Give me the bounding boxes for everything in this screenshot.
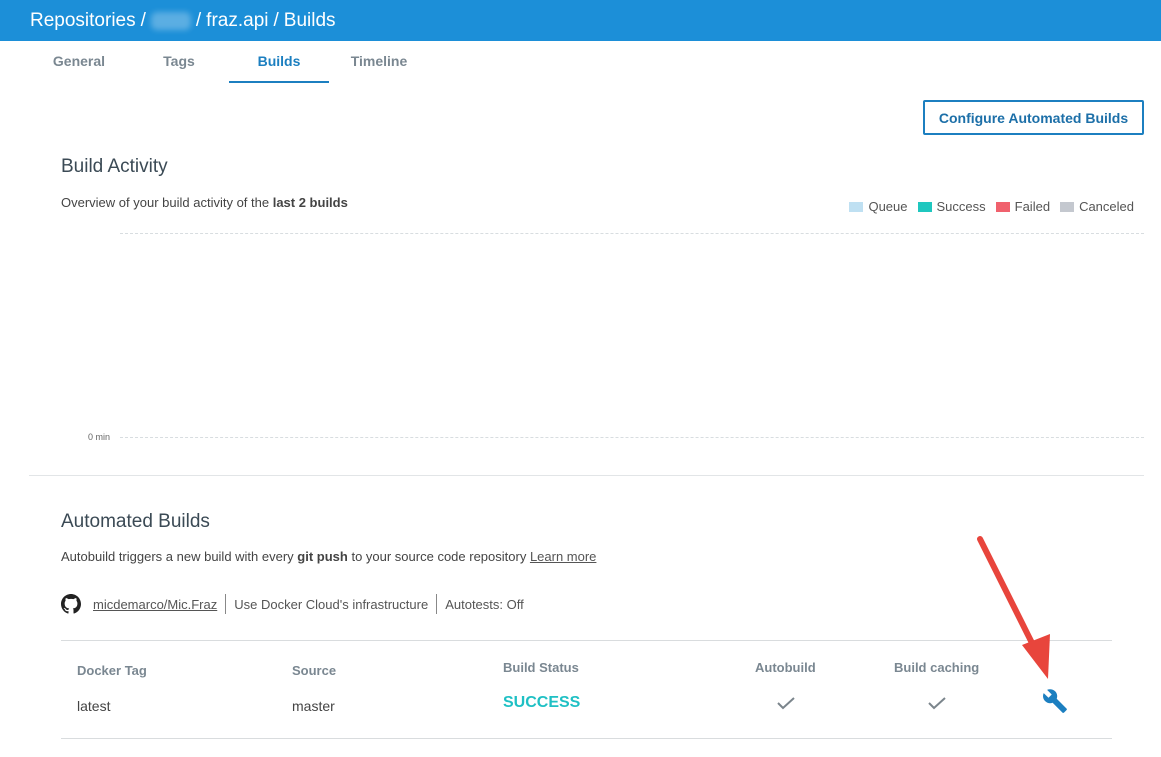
row-docker-tag: latest: [77, 698, 111, 714]
red-arrow-annotation: [977, 536, 1050, 679]
github-icon: [61, 594, 81, 614]
automated-builds-desc-suffix: to your source code repository: [347, 549, 530, 564]
wrench-icon[interactable]: [1042, 688, 1068, 714]
build-activity-desc-bold: last 2 builds: [272, 195, 348, 210]
configure-automated-builds-button[interactable]: Configure Automated Builds: [923, 100, 1144, 135]
legend-item-success: Success: [917, 199, 986, 214]
breadcrumb-separator: /: [140, 9, 146, 31]
tab-general[interactable]: General: [29, 41, 129, 83]
legend-swatch-canceled: [1060, 201, 1075, 212]
section-divider: [29, 475, 1144, 476]
source-repo-link[interactable]: micdemarco/Mic.Fraz: [93, 597, 217, 612]
chart-axis-zero-label: 0 min: [88, 432, 111, 442]
legend-swatch-failed: [995, 201, 1010, 212]
column-header-source: Source: [292, 663, 337, 678]
legend-label-success: Success: [936, 199, 986, 214]
legend-item-failed: Failed: [995, 199, 1051, 214]
breadcrumb-repo[interactable]: fraz.api: [206, 10, 268, 32]
automated-builds-desc-prefix: Autobuild triggers a new build with ever…: [61, 549, 298, 564]
column-header-build-caching: Build caching: [894, 660, 980, 675]
column-header-build-status: Build Status: [503, 660, 579, 675]
table-top-rule: [61, 640, 1112, 641]
build-activity-title: Build Activity: [61, 156, 168, 177]
breadcrumb-page: Builds: [283, 9, 336, 31]
legend-swatch-success: [917, 201, 932, 212]
chart-gridline-top: [120, 233, 1144, 234]
learn-more-link[interactable]: Learn more: [530, 549, 596, 564]
column-header-autobuild: Autobuild: [755, 660, 816, 675]
infrastructure-label: Use Docker Cloud's infrastructure: [234, 596, 429, 612]
table-bottom-rule: [61, 738, 1112, 739]
legend-item-queue: Queue: [849, 199, 908, 214]
breadcrumb-namespace-redacted[interactable]: [150, 11, 191, 30]
legend-label-failed: Failed: [1014, 199, 1051, 214]
breadcrumb-header: Repositories / / fraz.api / Builds: [0, 0, 1161, 41]
chart-gridline-baseline: [120, 437, 1144, 438]
column-header-docker-tag: Docker Tag: [77, 663, 147, 678]
row-source: master: [292, 698, 335, 714]
tab-tags[interactable]: Tags: [129, 41, 229, 83]
build-activity-description: Overview of your build activity of the l…: [61, 195, 348, 210]
tab-timeline[interactable]: Timeline: [329, 41, 429, 83]
autotests-label: Autotests: Off: [445, 596, 524, 612]
breadcrumb-repositories[interactable]: Repositories: [30, 10, 136, 32]
source-repo-line: micdemarco/Mic.Fraz Use Docker Cloud's i…: [61, 593, 524, 615]
repo-line-separator: [436, 594, 438, 614]
automated-builds-title: Automated Builds: [61, 511, 210, 532]
legend-item-canceled: Canceled: [1060, 199, 1134, 214]
repo-line-separator: [225, 594, 227, 614]
legend-swatch-queue: [849, 201, 864, 212]
chart-legend: Queue Success Failed Canceled: [839, 199, 1134, 214]
row-build-status: SUCCESS: [503, 694, 581, 711]
automated-builds-description: Autobuild triggers a new build with ever…: [61, 549, 596, 564]
legend-label-canceled: Canceled: [1079, 199, 1134, 214]
build-caching-checkmark-icon[interactable]: [927, 696, 947, 710]
autobuild-checkmark-icon[interactable]: [776, 696, 796, 710]
legend-label-queue: Queue: [868, 199, 908, 214]
build-activity-desc-prefix: Overview of your build activity of the: [61, 195, 273, 210]
breadcrumb-separator: /: [195, 9, 202, 31]
breadcrumb-separator: /: [273, 9, 279, 31]
repo-tabs: General Tags Builds Timeline: [29, 41, 429, 83]
automated-builds-desc-bold: git push: [297, 549, 348, 564]
tab-builds[interactable]: Builds: [229, 41, 329, 83]
